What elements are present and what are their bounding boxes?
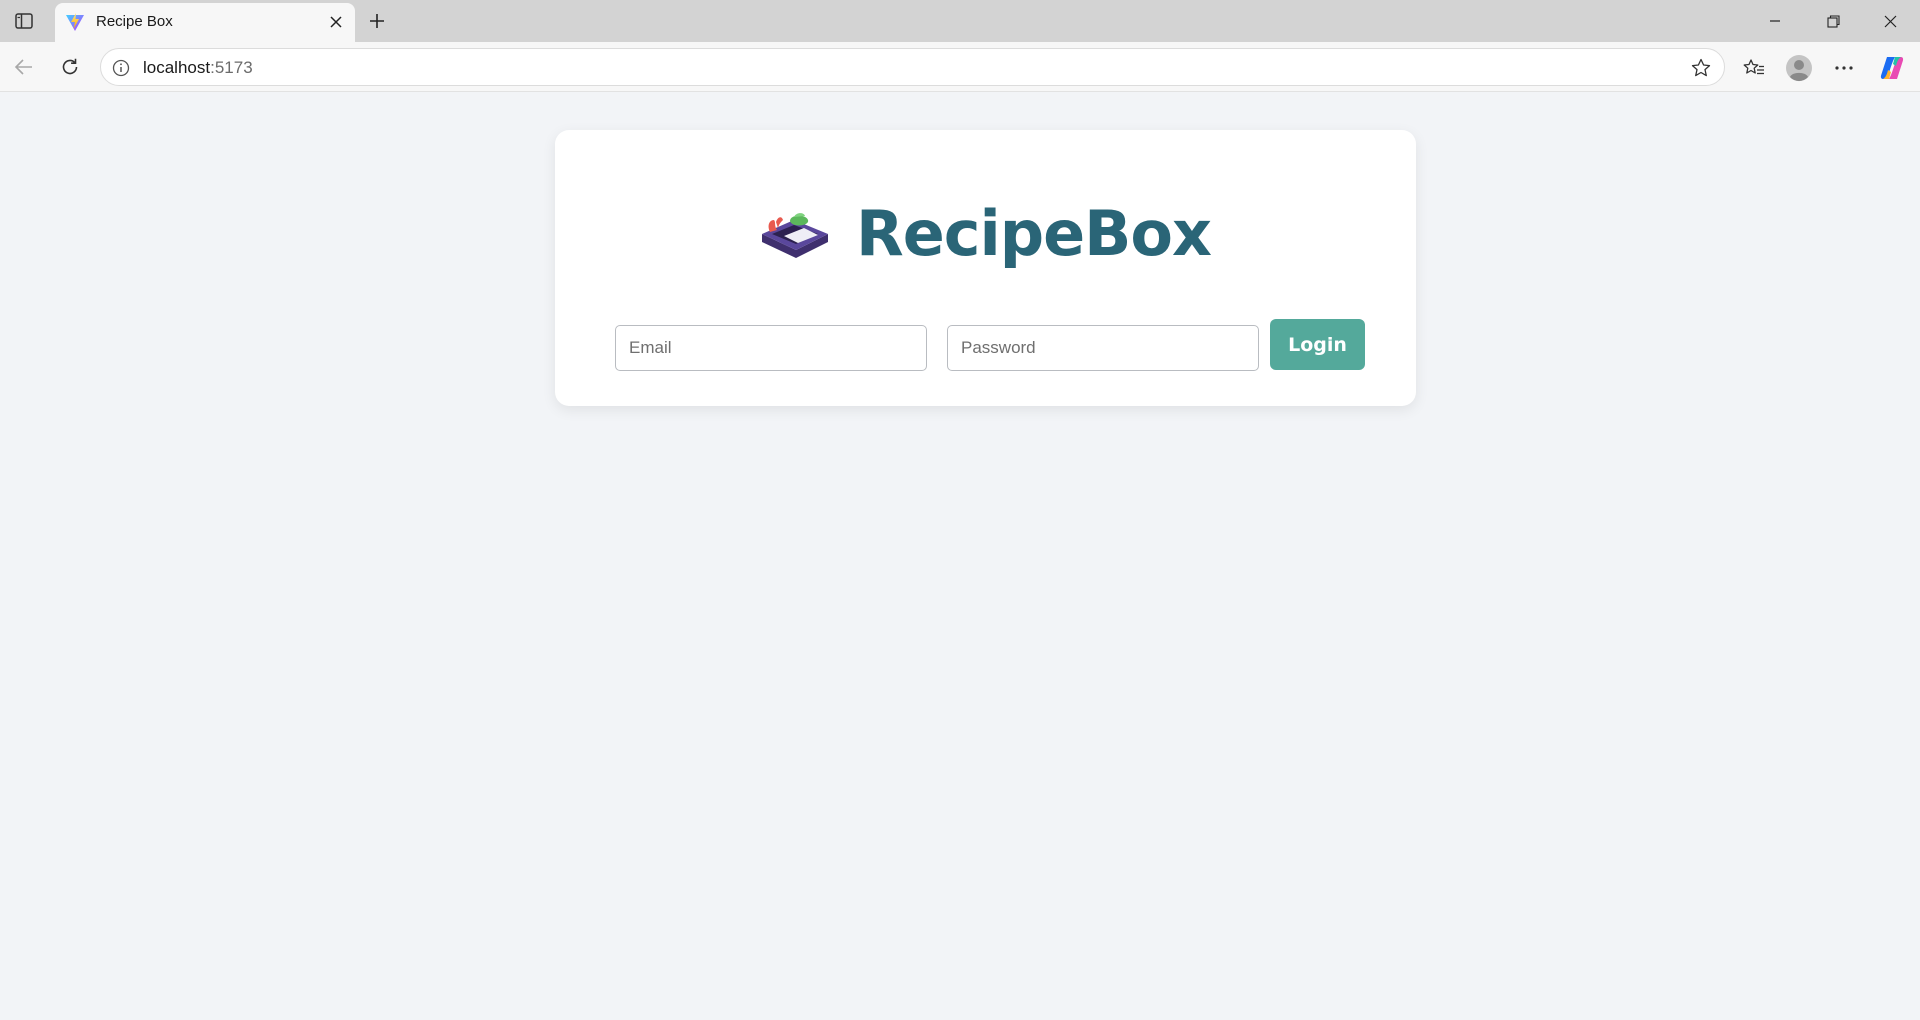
- favorites-icon[interactable]: [1739, 53, 1769, 83]
- back-arrow-icon[interactable]: [10, 53, 38, 81]
- page-viewport: RecipeBox Login: [4, 92, 1916, 1016]
- close-window-icon[interactable]: [1867, 8, 1913, 34]
- url-host: localhost: [143, 58, 211, 77]
- profile-icon[interactable]: [1784, 53, 1814, 83]
- brand-header: RecipeBox: [555, 194, 1416, 274]
- restore-icon[interactable]: [1810, 8, 1856, 34]
- url-port: :5173: [210, 58, 253, 77]
- minimize-icon[interactable]: [1752, 8, 1798, 34]
- address-bar[interactable]: localhost:5173: [100, 48, 1725, 86]
- refresh-icon[interactable]: [56, 53, 84, 81]
- email-field[interactable]: [615, 325, 927, 371]
- more-icon[interactable]: [1829, 53, 1859, 83]
- password-field[interactable]: [947, 325, 1259, 371]
- login-button[interactable]: Login: [1270, 319, 1365, 370]
- recipe-box-icon: [760, 204, 830, 264]
- vite-logo-icon: [65, 12, 85, 32]
- tab-title: Recipe Box: [96, 13, 173, 30]
- plus-icon[interactable]: [364, 8, 390, 34]
- browser-tab-strip: Recipe Box: [0, 0, 1920, 42]
- brand-name: RecipeBox: [855, 197, 1212, 270]
- copilot-icon[interactable]: [1877, 53, 1907, 83]
- browser-tab-active[interactable]: Recipe Box: [55, 3, 355, 42]
- url-text[interactable]: localhost:5173: [143, 58, 253, 78]
- info-icon[interactable]: [111, 58, 131, 78]
- close-icon[interactable]: [325, 11, 347, 33]
- login-card: RecipeBox Login: [555, 130, 1416, 406]
- star-icon[interactable]: [1690, 57, 1712, 79]
- sidebar-toggle-icon[interactable]: [12, 9, 36, 33]
- browser-toolbar: localhost:5173: [0, 42, 1920, 92]
